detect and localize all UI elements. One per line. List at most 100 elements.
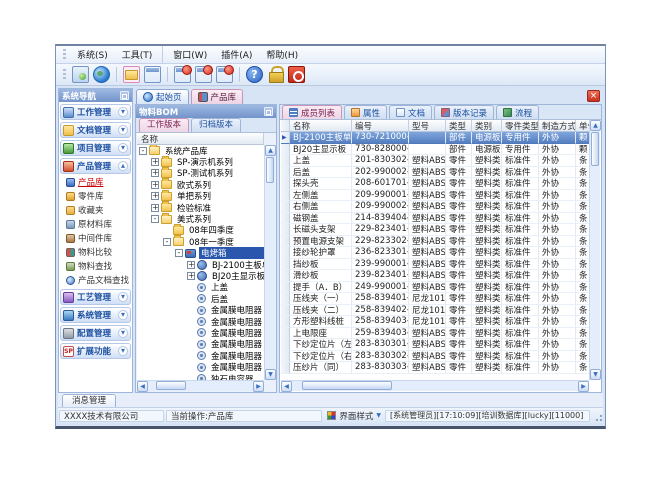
tree-item[interactable]: 金属膜电阻器	[137, 350, 264, 361]
expand-toggle-icon[interactable]	[175, 249, 183, 257]
scroll-up-icon[interactable]: ▲	[265, 145, 276, 156]
tree-item[interactable]: 金属膜电阻器	[137, 327, 264, 338]
toolbar-separator[interactable]	[167, 67, 168, 82]
tree-item[interactable]: 金属膜电阻器	[137, 361, 264, 372]
tab-archive-version[interactable]: 归档版本	[191, 118, 241, 132]
table-row[interactable]: 方形塑料线桩 258-839403-00E 尼龙1010 零件 塑料类 标准件 …	[281, 316, 589, 328]
tree-item[interactable]: SP-测试机系列	[137, 168, 264, 179]
table-row[interactable]: BJ-2100主板单点 730-721000-12E 部件 电源板 专用件 外协…	[281, 132, 589, 144]
pin-icon[interactable]	[264, 107, 273, 116]
lock-icon[interactable]	[267, 66, 284, 83]
scroll-left-icon[interactable]: ◀	[137, 381, 148, 392]
column-header[interactable]: 单位	[576, 120, 589, 132]
tab-product-lib[interactable]: 产品库	[191, 89, 244, 104]
table-row[interactable]: 左侧盖 209-990001-01E 塑料ABS 零件 塑料类 标准件 外协 条	[281, 190, 589, 202]
column-header[interactable]: 类别	[472, 120, 502, 132]
scroll-down-icon[interactable]: ▼	[265, 369, 276, 380]
tab-message-management[interactable]: 消息管理	[62, 394, 116, 407]
column-header[interactable]: 型号	[409, 120, 446, 132]
grid-window-icon[interactable]	[144, 66, 161, 83]
expand-toggle-icon[interactable]	[151, 192, 159, 200]
tab-start-page[interactable]: 起始页	[136, 89, 189, 104]
table-row[interactable]: 上盖 201-830302-00E 塑料ABS 零件 塑料类 标准件 外协 条	[281, 155, 589, 167]
ui-style-dropdown[interactable]: 界面样式 ▼	[323, 410, 384, 422]
table-horizontal-scrollbar[interactable]: ◀ ▶	[281, 380, 589, 391]
help-icon[interactable]	[246, 66, 263, 83]
sidebar-group-config[interactable]: 配置管理	[60, 325, 131, 341]
sidebar-group-system[interactable]: 系统管理	[60, 307, 131, 323]
tree-item[interactable]: 电烤箱	[137, 248, 264, 259]
sidebar-group-project[interactable]: 项目管理	[60, 140, 131, 156]
window-badge-icon[interactable]	[195, 66, 212, 83]
toolbar-grip[interactable]	[63, 69, 66, 81]
menu-tools[interactable]: 工具(T)	[115, 46, 160, 63]
tree-item[interactable]: 单把系列	[137, 191, 264, 202]
menu-system[interactable]: 系统(S)	[70, 46, 115, 63]
table-row[interactable]: 上电限座 259-839403-00E 塑料ABS 零件 塑料类 标准件 外协 …	[281, 328, 589, 340]
tree-column-header[interactable]: 名称	[137, 133, 264, 145]
table-vscroll-thumb[interactable]	[591, 132, 599, 166]
sidebar-item-product-lib[interactable]: 产品库	[59, 175, 132, 189]
sidebar-item-part-lib[interactable]: 零件库	[59, 189, 132, 203]
sidebar-item-raw-material-lib[interactable]: 原材料库	[59, 217, 132, 231]
menu-help[interactable]: 帮助(H)	[259, 46, 305, 63]
sidebar-group-work[interactable]: 工作管理	[60, 104, 131, 120]
table-vertical-scrollbar[interactable]: ▲ ▼	[589, 120, 600, 380]
tree-horizontal-scrollbar[interactable]: ◀ ▶	[137, 380, 264, 391]
expand-toggle-icon[interactable]	[187, 272, 195, 280]
sidebar-item-material-search[interactable]: 物料查找	[59, 259, 132, 273]
expand-toggle-icon[interactable]	[151, 169, 159, 177]
menubar-grip[interactable]	[63, 49, 66, 61]
chevron-icon[interactable]	[118, 125, 128, 135]
chevron-icon[interactable]	[118, 346, 128, 356]
column-header[interactable]: 编号	[352, 120, 409, 132]
column-header[interactable]: 类型	[446, 120, 472, 132]
tree-item[interactable]: 金属膜电阻器	[137, 316, 264, 327]
chevron-icon[interactable]	[118, 161, 128, 171]
tree-item[interactable]: 欧式系列	[137, 179, 264, 190]
tree-item[interactable]: 08年一季度	[137, 236, 264, 247]
tree-vertical-scrollbar[interactable]: ▲ ▼	[264, 145, 275, 380]
table-row[interactable]: 接纱轮护罩 236-823301-00E 塑料ABS 零件 塑料类 标准件 外协…	[281, 247, 589, 259]
chevron-icon[interactable]	[118, 310, 128, 320]
sidebar-item-material-compare[interactable]: 物料比较	[59, 245, 132, 259]
tree-item[interactable]: 后盖	[137, 293, 264, 304]
sidebar-item-product-doc-search[interactable]: 产品文档查找	[59, 273, 132, 287]
column-header[interactable]: 零件类型	[502, 120, 539, 132]
scroll-down-icon[interactable]: ▼	[590, 369, 601, 380]
table-row[interactable]: 右侧盖 209-990002-01E 塑料ABS 零件 塑料类 标准件 外协 条	[281, 201, 589, 213]
tab-version-records[interactable]: 版本记录	[434, 105, 494, 119]
table-row[interactable]: 下纱定位片（左） 283-830301-00E 塑料ABS 零件 塑料类 标准件…	[281, 339, 589, 351]
sidebar-item-favorites[interactable]: 收藏夹	[59, 203, 132, 217]
table-row[interactable]: BJ20主显示板 730-828000-04E 部件 电源板 专用件 外协 颗	[281, 144, 589, 156]
expand-toggle-icon[interactable]	[151, 158, 159, 166]
exit-icon[interactable]	[288, 66, 305, 83]
expand-toggle-icon[interactable]	[139, 147, 147, 155]
chevron-icon[interactable]	[118, 292, 128, 302]
scroll-up-icon[interactable]: ▲	[590, 120, 601, 131]
tree-vscroll-thumb[interactable]	[266, 157, 274, 183]
sidebar-group-document[interactable]: 文档管理	[60, 122, 131, 138]
expand-toggle-icon[interactable]	[151, 215, 159, 223]
tree-item[interactable]: 金属膜电阻器	[137, 339, 264, 350]
table-row[interactable]: 下纱定位片（右） 283-830302-00E 塑料ABS 零件 塑料类 标准件…	[281, 351, 589, 363]
table-row[interactable]: 压纱片（同） 283-830303-00E 塑料ABS 零件 塑料类 标准件 外…	[281, 362, 589, 374]
menu-window[interactable]: 窗口(W)	[162, 46, 214, 63]
scroll-left-icon[interactable]: ◀	[281, 381, 292, 392]
chevron-icon[interactable]	[118, 107, 128, 117]
close-icon[interactable]	[587, 90, 600, 102]
resize-grip[interactable]	[593, 410, 603, 422]
chevron-icon[interactable]	[118, 328, 128, 338]
tab-flow[interactable]: 流程	[496, 105, 539, 119]
tree-item[interactable]: 独石电容器	[137, 373, 264, 380]
toolbar-separator[interactable]	[239, 67, 240, 82]
tab-documents[interactable]: 文档	[389, 105, 432, 119]
window-badge-icon[interactable]	[174, 66, 191, 83]
table-row[interactable]: 预置电源支架 229-823302-00E 塑料ABS 零件 塑料类 标准件 外…	[281, 236, 589, 248]
tree-item[interactable]: 检验标准	[137, 202, 264, 213]
table-hscroll-thumb[interactable]	[302, 381, 392, 390]
window-badge-icon[interactable]	[216, 66, 233, 83]
table-row[interactable]: 探头壳 208-601701-01E 塑料ABS 零件 塑料类 标准件 外协 条	[281, 178, 589, 190]
tree-item[interactable]: 美式系列	[137, 213, 264, 224]
table-row[interactable]: 挡纱板 239-990001-01E 塑料ABS 零件 塑料类 标准件 外协 条	[281, 259, 589, 271]
